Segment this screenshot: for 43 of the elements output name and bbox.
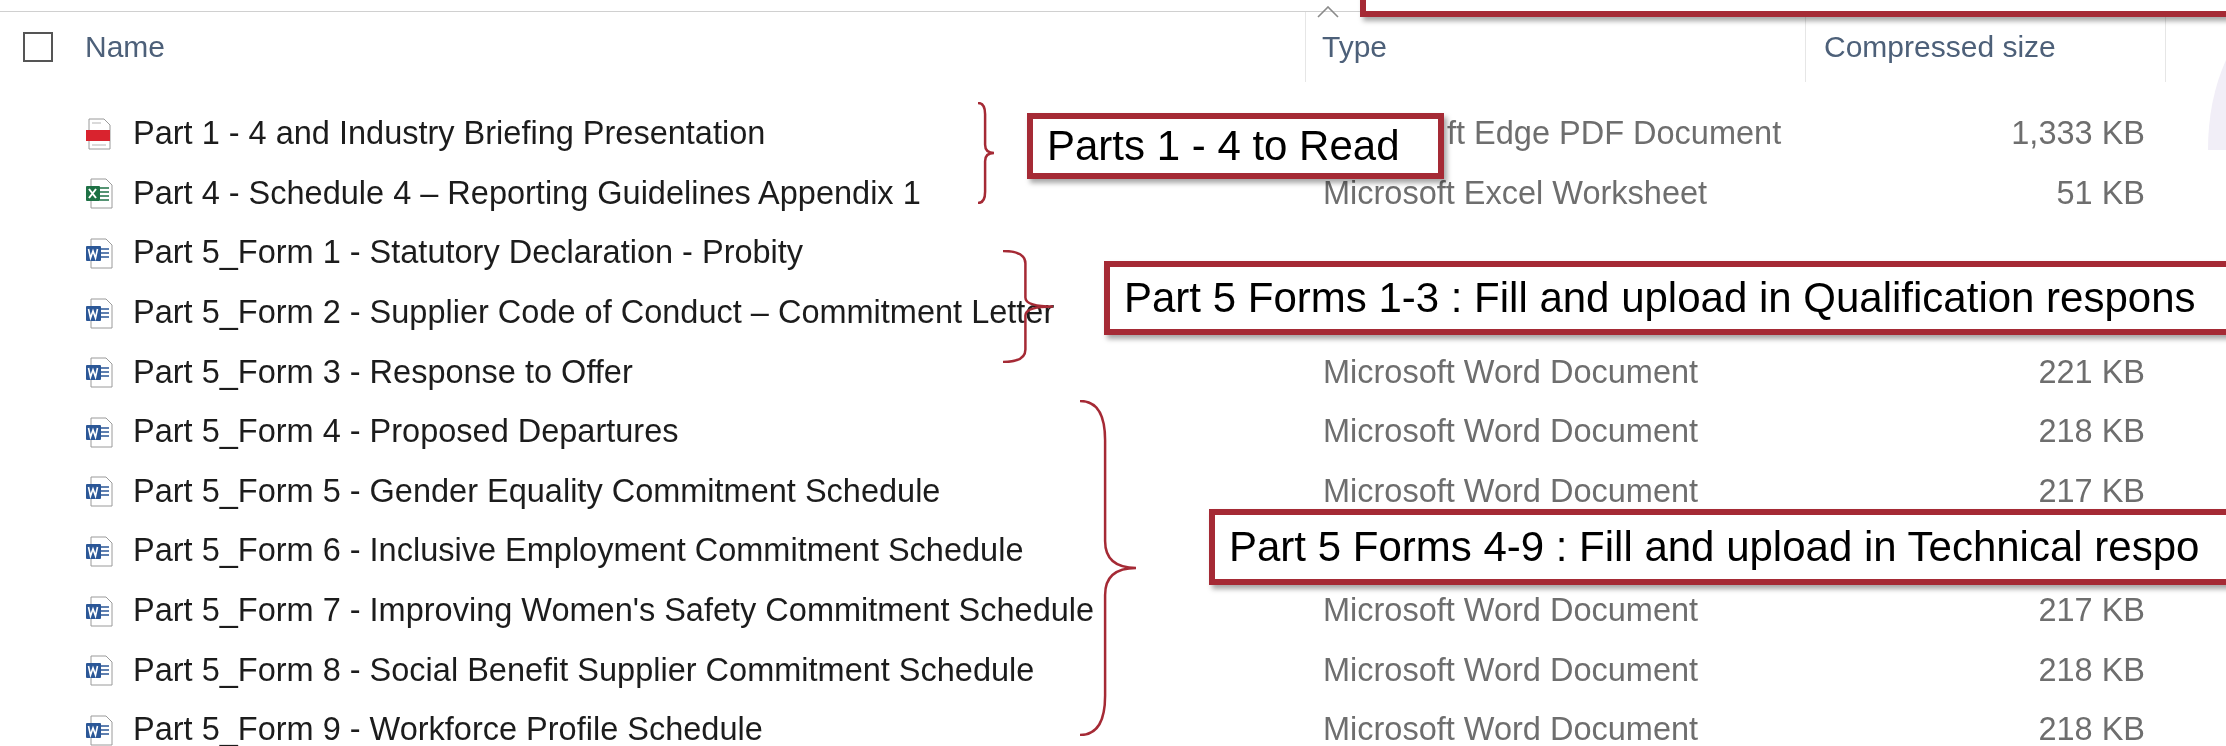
file-type: Microsoft Word Document [1323,472,1699,509]
column-header[interactable]: Compressed size [1824,30,2056,64]
pdf-file-icon [85,117,113,150]
annotation-label: Parts 1 - 4 to Read [1027,113,1444,179]
file-name[interactable]: Part 5_Form 1 - Statutory Declaration - Probity [133,234,804,272]
file-type: Microsoft Word Document [1323,353,1699,390]
file-size: 218 KB [2038,711,2145,746]
file-type: ft Edge PDF Document [1447,115,1782,152]
file-name[interactable]: Part 5_Form 4 - Proposed Departures [133,413,679,451]
file-size: 1,333 KB [2011,115,2145,152]
file-type: Microsoft Word Document [1323,413,1699,450]
file-name[interactable]: Part 5_Form 5 - Gender Equality Commitment Schedule [133,472,941,510]
file-type: Microsoft Word Document [1323,711,1699,746]
document-file-icon [85,237,113,269]
document-file-icon [85,356,113,389]
column-header[interactable]: Name [85,30,166,64]
annotation-label: Part 5 Forms 1-3 : Fill and upload in Qualification respons [1104,261,2226,335]
file-name[interactable]: Part 5_Form 9 - Workforce Profile Schedule [133,711,763,746]
column-header[interactable]: Type [1322,30,1388,64]
document-file-icon [85,594,113,627]
sort-caret-icon [1317,6,1339,18]
spreadsheet-file-icon [85,177,113,210]
file-size: 221 KB [2038,353,2145,390]
file-name[interactable]: Part 5_Form 7 - Improving Women's Safety Commitment Schedule [133,592,1095,630]
file-name[interactable]: Part 4 - Schedule 4 – Reporting Guidelines Appendix 1 [133,174,921,212]
file-name[interactable]: Part 5_Form 3 - Response to Offer [133,353,633,391]
file-name[interactable]: Part 1 - 4 and Industry Briefing Presentation [133,115,766,153]
file-name[interactable]: Part 5_Form 8 - Social Benefit Supplier Commitment Schedule [133,651,1035,689]
document-file-icon [85,654,113,687]
select-all-checkbox[interactable] [23,32,53,62]
file-type: Microsoft Word Document [1323,651,1699,688]
file-size: 51 KB [2056,174,2145,211]
file-type: Microsoft Word Document [1323,592,1699,629]
document-file-icon [85,534,113,567]
annotation-label: Part 5 Forms 4-9 : Fill and upload in Technical respo [1209,509,2226,585]
document-file-icon [85,296,113,329]
document-file-icon [85,415,113,448]
file-size: 217 KB [2038,472,2145,509]
file-size: 218 KB [2038,651,2145,688]
file-name[interactable]: Part 5_Form 6 - Inclusive Employment Commitment Schedule [133,532,1024,570]
document-file-icon [85,475,113,508]
file-size: 217 KB [2038,592,2145,629]
file-size: 218 KB [2038,413,2145,450]
